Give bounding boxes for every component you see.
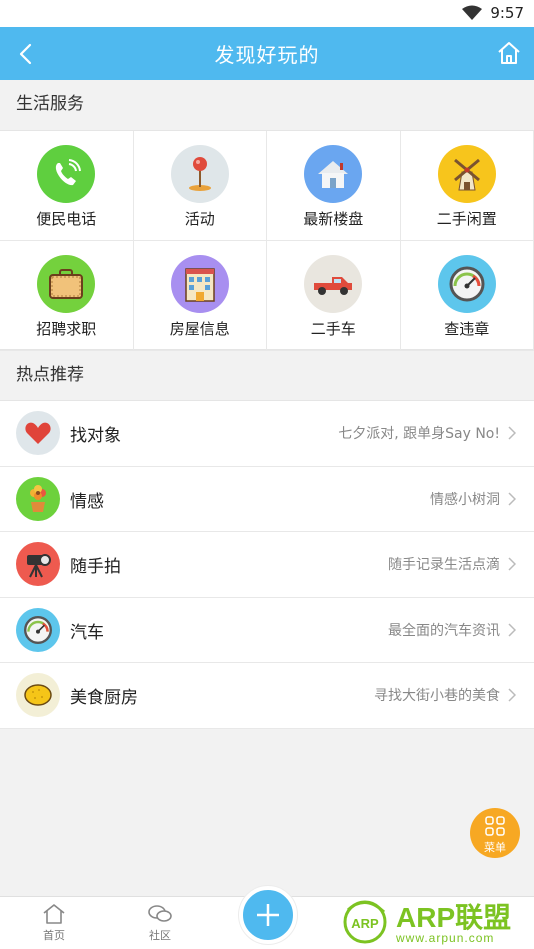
speedometer-icon [437, 255, 496, 313]
grid-icon [485, 816, 505, 836]
list-item-desc: 寻找大街小巷的美食 [374, 688, 500, 704]
service-label: 二手车 [310, 320, 356, 338]
chevron-right-icon [508, 426, 516, 440]
watermark-url: www.arpun.com [396, 931, 495, 945]
arp-logo-text: ARP [351, 916, 379, 931]
tab-home[interactable]: 首页 [24, 903, 84, 943]
home-icon [43, 904, 65, 924]
service-grid: 便民电话 活动 最新楼盘 二手闲置 招聘求职 房屋信息 二手车 查违章 [0, 130, 534, 351]
service-used-cars[interactable]: 二手车 [267, 241, 401, 351]
windmill-icon [437, 145, 496, 203]
add-post-button[interactable] [239, 886, 297, 944]
service-label: 活动 [184, 210, 215, 228]
flower-pot-icon [16, 476, 60, 521]
service-label: 最新楼盘 [303, 210, 364, 228]
page-title: 发现好玩的 [214, 43, 320, 67]
list-item-desc: 最全面的汽车资讯 [388, 622, 500, 639]
building-icon [170, 255, 229, 313]
map-pin-icon [170, 145, 229, 203]
speedometer-icon [16, 607, 60, 652]
service-label: 查违章 [444, 320, 490, 338]
watermark: ARP ARP联盟 www.arpun.com [338, 896, 534, 949]
service-phone[interactable]: 便民电话 [0, 131, 134, 241]
list-item-cars[interactable]: 汽车 最全面的汽车资讯 [0, 598, 534, 663]
phone-icon [37, 145, 95, 203]
app-bar: 发现好玩的 [0, 27, 534, 80]
list-item-food[interactable]: 美食厨房 寻找大街小巷的美食 [0, 663, 534, 729]
chevron-right-icon [508, 491, 516, 506]
menu-fab-label: 菜单 [484, 841, 506, 854]
list-item-title: 汽车 [70, 622, 104, 643]
service-activity[interactable]: 活动 [133, 131, 267, 241]
plus-icon [257, 904, 279, 926]
chevron-right-icon [508, 622, 516, 637]
watermark-brand: ARP联盟 [396, 902, 512, 933]
service-new-homes[interactable]: 最新楼盘 [267, 131, 401, 241]
list-item-desc: 七夕派对, 跟单身Say No! [338, 426, 500, 442]
service-second-hand[interactable]: 二手闲置 [400, 131, 534, 241]
camera-tripod-icon [16, 542, 60, 586]
list-item-title: 找对象 [70, 426, 121, 446]
wifi-icon [462, 5, 483, 20]
list-item-emotion[interactable]: 情感 情感小树洞 [0, 467, 534, 532]
lemon-icon [16, 673, 60, 717]
list-item-title: 随手拍 [70, 557, 121, 577]
service-jobs[interactable]: 招聘求职 [0, 241, 134, 351]
briefcase-icon [37, 255, 95, 313]
house-icon [304, 145, 362, 203]
service-housing[interactable]: 房屋信息 [133, 241, 267, 351]
list-item-desc: 随手记录生活点滴 [388, 557, 500, 573]
pickup-truck-icon [304, 255, 362, 313]
chevron-right-icon [508, 557, 516, 571]
tab-home-label: 首页 [43, 929, 65, 942]
chevron-right-icon [508, 688, 516, 702]
service-label: 二手闲置 [436, 210, 497, 228]
list-item-dating[interactable]: 找对象 七夕派对, 跟单身Say No! [0, 401, 534, 467]
service-label: 招聘求职 [36, 320, 97, 338]
hot-list: 找对象 七夕派对, 跟单身Say No! 情感 情感小树洞 随手拍 随手记录生活… [0, 400, 534, 729]
service-violations[interactable]: 查违章 [400, 241, 534, 351]
menu-fab-button[interactable]: 菜单 [470, 808, 520, 858]
arp-logo-icon: ARP [343, 900, 387, 944]
list-item-title: 情感 [70, 491, 104, 512]
chat-bubbles-icon [148, 905, 172, 922]
section-title-life: 生活服务 [0, 80, 534, 129]
heart-icon [16, 411, 60, 455]
home-icon[interactable] [496, 39, 522, 67]
status-bar: 9:57 [0, 0, 534, 27]
tab-community-label: 社区 [149, 929, 171, 942]
section-title-hot: 热点推荐 [0, 351, 534, 400]
list-item-title: 美食厨房 [70, 688, 138, 708]
list-item-snapshot[interactable]: 随手拍 随手记录生活点滴 [0, 532, 534, 598]
list-item-desc: 情感小树洞 [430, 491, 500, 508]
tab-community[interactable]: 社区 [130, 903, 190, 943]
status-time: 9:57 [490, 4, 524, 22]
service-label: 房屋信息 [169, 320, 230, 338]
service-label: 便民电话 [36, 210, 97, 228]
